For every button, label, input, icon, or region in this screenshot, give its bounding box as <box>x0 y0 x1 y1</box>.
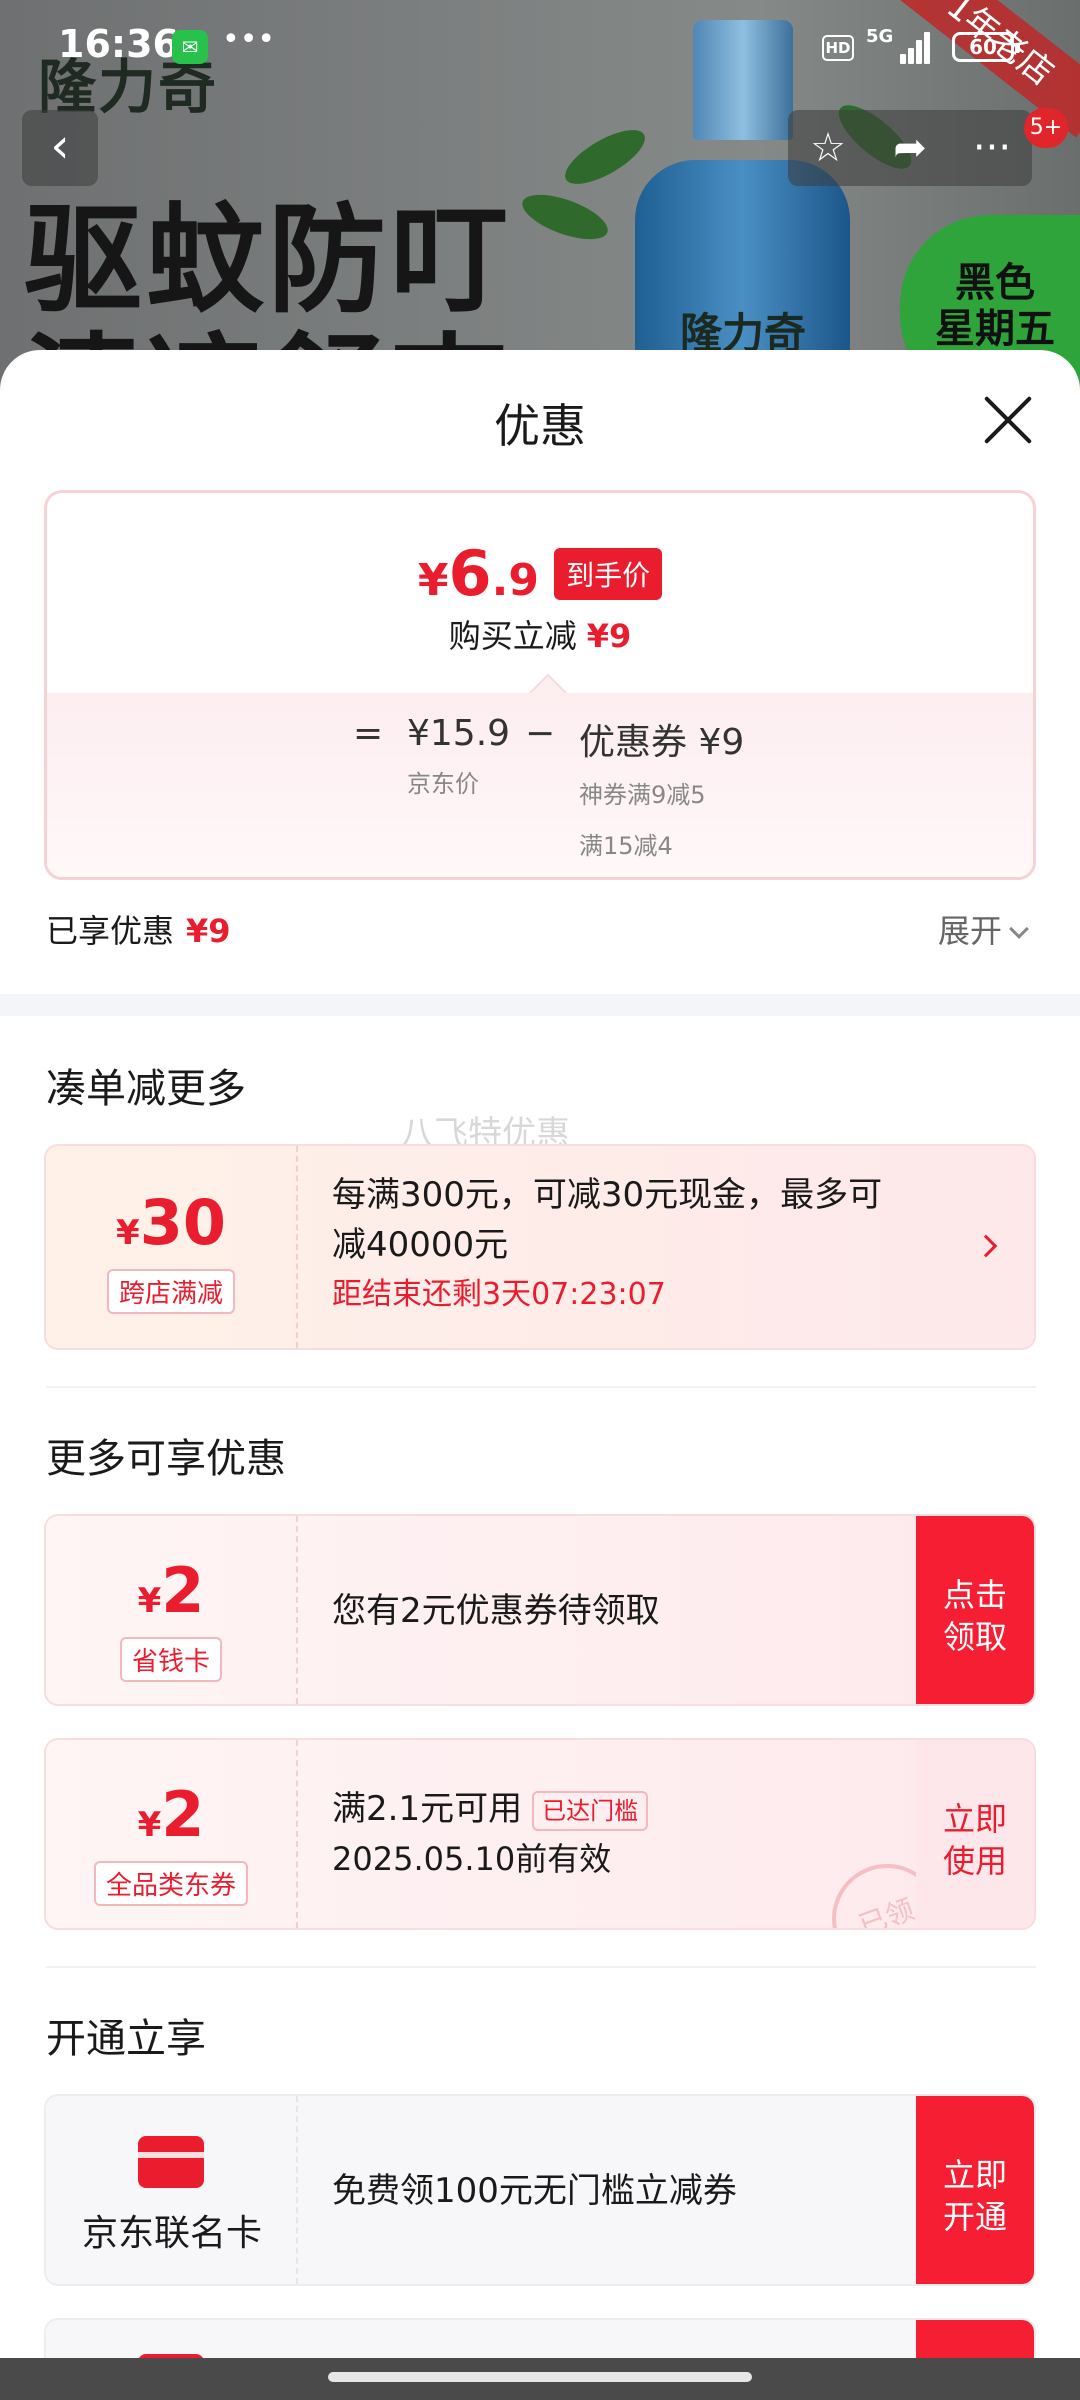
coupon-amount: ¥2 <box>137 1778 205 1851</box>
combine-section-title: 凑单减更多 <box>46 1066 246 1112</box>
section-gap <box>0 994 1080 1016</box>
status-bar: 16:36 ✉ ••• HD 5G 60 <box>0 0 1080 100</box>
chevron-right-icon <box>974 1234 998 1258</box>
sheet-title: 优惠 <box>494 399 586 453</box>
status-time: 16:36 <box>58 22 179 66</box>
use-now-button[interactable]: 立即 使用 <box>916 1740 1034 1928</box>
more-notifications-icon: ••• <box>222 22 276 57</box>
share-icon[interactable]: ➦ <box>870 110 950 186</box>
offer-description: 免费领100元无门槛立减券 <box>332 2171 737 2211</box>
close-icon[interactable] <box>980 392 1036 448</box>
coupon-description: 每满300元，可减30元现金，最多可 减40000元 距结束还剩3天07:23:… <box>332 1170 882 1320</box>
signal-icon <box>900 28 934 64</box>
hd-icon: HD <box>822 35 854 61</box>
cross-store-coupon[interactable]: ¥30 跨店满减 每满300元，可减30元现金，最多可 减40000元 距结束还… <box>44 1144 1036 1350</box>
coupon-amount: ¥30 <box>116 1186 226 1259</box>
minus-sign: − <box>525 713 556 754</box>
coupon-validity: 2025.05.10前有效 <box>332 1840 612 1878</box>
message-count-badge: 5+ <box>1024 108 1068 148</box>
top-action-group: ☆ ➦ ··· <box>788 110 1032 186</box>
co-branded-card-offer: 京东联名卡 免费领100元无门槛立减券 立即 开通 <box>44 2094 1036 2286</box>
banner-headline-line1: 驱蚊防叮 <box>24 191 513 329</box>
final-price-tag: 到手价 <box>554 547 663 600</box>
expand-button[interactable]: 展开 <box>938 906 1029 952</box>
network-type: 5G <box>866 26 894 47</box>
more-menu-icon[interactable]: ··· <box>952 110 1032 186</box>
wechat-icon: ✉ <box>172 30 208 64</box>
favorite-star-icon[interactable]: ☆ <box>788 110 868 186</box>
leaf-decoration <box>516 185 614 249</box>
back-button[interactable]: ‹ <box>22 110 98 186</box>
equals-sign: = <box>353 713 384 754</box>
threshold-reached-tag: 已达门槛 <box>532 1790 649 1831</box>
card-block: 京东联名卡 <box>46 2096 298 2284</box>
more-section-title: 更多可享优惠 <box>46 1436 286 1482</box>
open-section-title: 开通立享 <box>46 2016 206 2062</box>
coupon-tag: 省钱卡 <box>119 1637 222 1682</box>
home-indicator[interactable] <box>0 2358 1080 2400</box>
coupon-amount-block: ¥30 跨店满减 <box>46 1146 298 1348</box>
discount-sheet: 优惠 ¥6.9 到手价 购买立减 ¥9 = ¥15.9 京东价 − 优惠券 ¥9 … <box>0 350 1080 2400</box>
divider <box>46 1966 1036 1968</box>
coupon-amount: ¥2 <box>137 1554 205 1627</box>
savings-card-coupon: ¥2 省钱卡 您有2元优惠券待领取 点击 领取 <box>44 1514 1036 1706</box>
all-category-coupon: ¥2 全品类东券 满2.1元可用 已达门槛 2025.05.10前有效 已领 立即… <box>44 1738 1036 1930</box>
coupon-description: 您有2元优惠券待领取 <box>332 1591 660 1631</box>
final-price-row: ¥6.9 到手价 <box>47 537 1033 610</box>
open-now-button[interactable]: 立即 开通 <box>916 2096 1034 2284</box>
credit-card-icon <box>138 2136 204 2188</box>
divider <box>46 1386 1036 1388</box>
jd-price: ¥15.9 京东价 <box>407 713 511 798</box>
chevron-down-icon <box>1009 919 1029 939</box>
price-breakdown-card: ¥6.9 到手价 购买立减 ¥9 = ¥15.9 京东价 − 优惠券 ¥9 神券满… <box>44 490 1036 880</box>
coupon-tag: 全品类东券 <box>93 1861 248 1906</box>
enjoyed-discount: 已享优惠 ¥9 <box>46 912 231 950</box>
final-price: ¥6.9 <box>417 537 539 610</box>
coupon-description: 满2.1元可用 已达门槛 2025.05.10前有效 <box>332 1784 649 1884</box>
battery-icon: 60 <box>952 32 1020 62</box>
countdown-timer: 距结束还剩3天07:23:07 <box>332 1277 666 1312</box>
coupon-amount-block: ¥2 省钱卡 <box>46 1516 298 1704</box>
claim-button[interactable]: 点击 领取 <box>916 1516 1034 1704</box>
coupon-deduction: 优惠券 ¥9 神券满9减5 满15减4 <box>579 722 745 860</box>
card-name: 京东联名卡 <box>81 2213 262 2254</box>
instant-reduce-row: 购买立减 ¥9 <box>448 617 632 655</box>
coupon-amount-block: ¥2 全品类东券 <box>46 1740 298 1928</box>
coupon-tag: 跨店满减 <box>106 1269 235 1314</box>
